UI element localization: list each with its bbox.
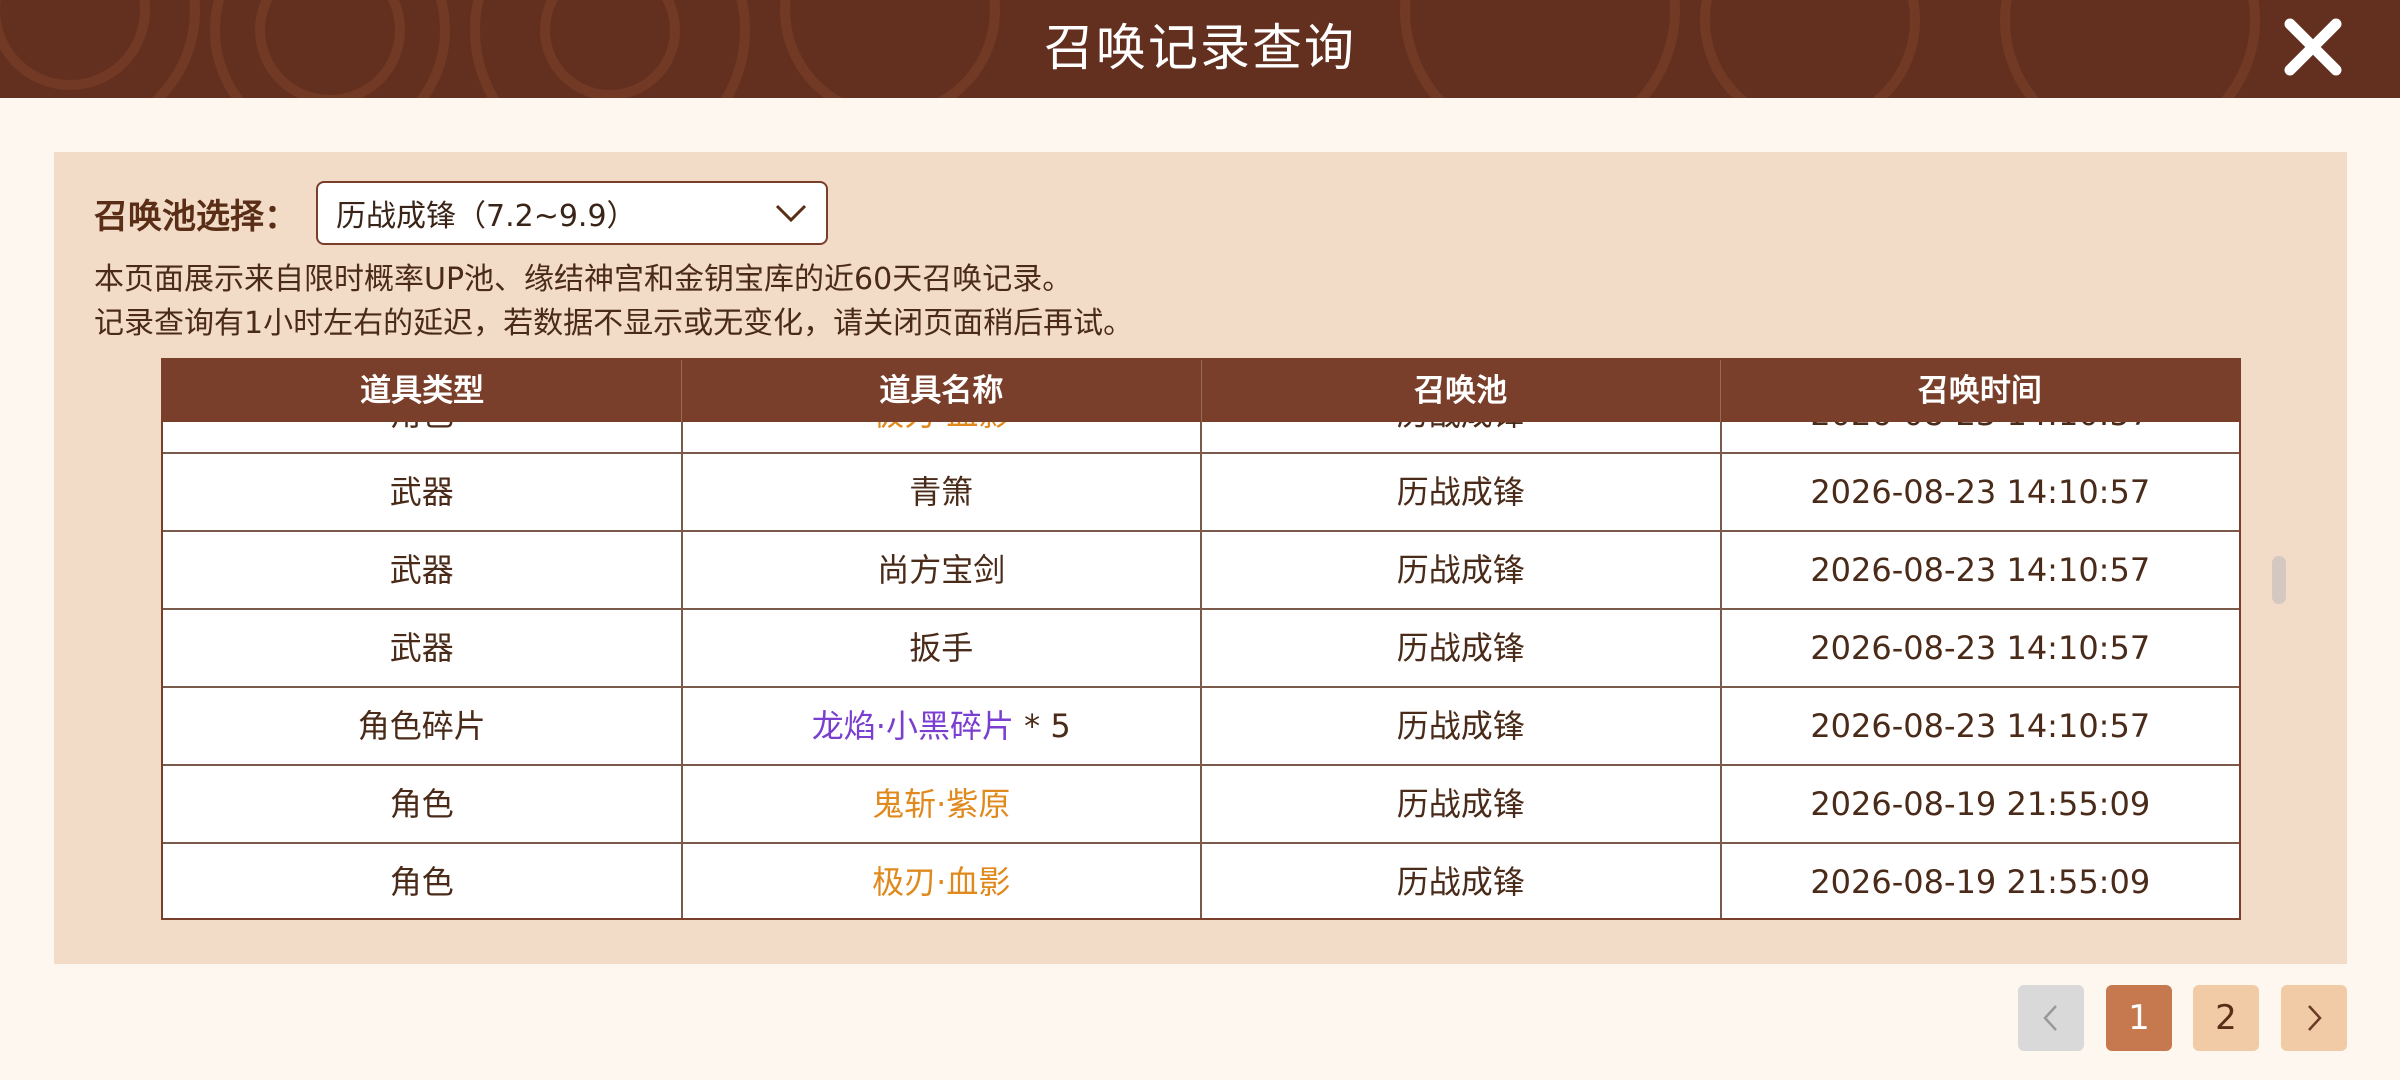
cell-item-type: 角色 (163, 844, 683, 918)
cell-time: 2026-08-23 14:10:57 (1722, 688, 2240, 764)
item-type-text: 角色 (389, 863, 454, 901)
next-page-button[interactable] (2281, 985, 2347, 1051)
item-type-text: 角色 (389, 785, 454, 823)
table-row: 武器 尚方宝剑 历战成锋 2026-08-23 14:10:57 (163, 532, 2239, 610)
record-table[interactable]: 角色极刃·血影历战成锋2026-08-23 14:10:57武器青箫历战成锋20… (161, 358, 2241, 920)
page-button-2[interactable]: 2 (2193, 985, 2259, 1051)
close-icon (2284, 18, 2342, 76)
item-type-text: 角色碎片 (357, 707, 486, 745)
column-header-pool: 召唤池 (1202, 360, 1721, 422)
cell-item-type: 武器 (163, 454, 683, 530)
table-row: 武器 青箫 历战成锋 2026-08-23 14:10:57 (163, 454, 2239, 532)
record-panel: 召唤池选择： 历战成锋（7.2~9.9） 本页面展示来自限时概率UP池、缘结神宫… (54, 152, 2347, 964)
item-name-text: 扳手 (909, 629, 974, 667)
notice-line: 本页面展示来自限时概率UP池、缘结神宫和金钥宝库的近60天召唤记录。 (94, 262, 1073, 297)
pool-text: 历战成锋 (1396, 629, 1525, 667)
table-row: 角色 鬼斩·紫原 历战成锋 2026-08-19 21:55:09 (163, 766, 2239, 844)
cell-item-type: 武器 (163, 532, 683, 608)
item-name-text: 龙焰·小黑碎片 (811, 707, 1014, 745)
table-row: 角色碎片 龙焰·小黑碎片 * 5 历战成锋 2026-08-23 14:10:57 (163, 688, 2239, 766)
table-scrollbar[interactable] (2272, 556, 2286, 604)
item-type-text: 武器 (389, 629, 454, 667)
cell-time: 2026-08-19 21:55:09 (1722, 766, 2240, 842)
cell-item-name: 极刃·血影 (683, 844, 1202, 918)
chevron-right-icon (2308, 1005, 2322, 1031)
cell-time: 2026-08-23 14:10:57 (1722, 610, 2240, 686)
cell-item-name: 龙焰·小黑碎片 * 5 (683, 688, 1202, 764)
cell-pool: 历战成锋 (1202, 532, 1722, 608)
chevron-down-icon (775, 204, 807, 223)
pool-text: 历战成锋 (1396, 707, 1525, 745)
cell-pool: 历战成锋 (1202, 610, 1722, 686)
item-name-text: 青箫 (909, 473, 974, 511)
time-text: 2026-08-19 21:55:09 (1810, 863, 2151, 901)
cell-item-type: 角色碎片 (163, 688, 683, 764)
time-text: 2026-08-23 14:10:57 (1810, 551, 2151, 589)
column-header-item-type: 道具类型 (163, 360, 683, 422)
table-body: 角色极刃·血影历战成锋2026-08-23 14:10:57武器青箫历战成锋20… (163, 376, 2240, 918)
page-number: 2 (2215, 998, 2237, 1038)
cell-pool: 历战成锋 (1202, 454, 1722, 530)
cell-item-name: 青箫 (683, 454, 1202, 530)
prev-page-button[interactable] (2018, 985, 2084, 1051)
item-name-text: 鬼斩·紫原 (872, 785, 1011, 823)
item-name-text: 极刃·血影 (872, 863, 1011, 901)
time-text: 2026-08-23 14:10:57 (1810, 629, 2151, 667)
cell-item-name: 尚方宝剑 (683, 532, 1202, 608)
pool-dropdown-value: 历战成锋（7.2~9.9） (336, 199, 637, 234)
close-button[interactable] (2280, 14, 2346, 80)
cell-time: 2026-08-19 21:55:09 (1722, 844, 2240, 918)
cell-time: 2026-08-23 14:10:57 (1722, 454, 2240, 530)
header-bar: 召唤记录查询 (0, 0, 2400, 98)
page-title: 召唤记录查询 (1044, 19, 1356, 77)
item-type-text: 武器 (389, 551, 454, 589)
column-header-time: 召唤时间 (1917, 373, 2042, 409)
table-row: 武器 扳手 历战成锋 2026-08-23 14:10:57 (163, 610, 2239, 688)
pool-text: 历战成锋 (1396, 785, 1525, 823)
notice-text: 本页面展示来自限时概率UP池、缘结神宫和金钥宝库的近60天召唤记录。 记录查询有… (94, 258, 1133, 346)
cell-item-name: 扳手 (683, 610, 1202, 686)
column-header-item-name: 道具名称 (682, 360, 1202, 422)
cell-item-type: 武器 (163, 610, 683, 686)
pool-text: 历战成锋 (1396, 863, 1525, 901)
pool-dropdown[interactable]: 历战成锋（7.2~9.9） (316, 181, 828, 245)
time-text: 2026-08-23 14:10:57 (1810, 473, 2151, 511)
table-header: 道具类型 道具名称 召唤池 召唤时间 (163, 360, 2239, 422)
pool-label: 召唤池选择： (94, 196, 298, 237)
notice-line: 记录查询有1小时左右的延迟，若数据不显示或无变化，请关闭页面稍后再试。 (94, 306, 1134, 341)
item-name-text: 尚方宝剑 (877, 551, 1006, 589)
cell-item-type: 角色 (163, 766, 683, 842)
time-text: 2026-08-23 14:10:57 (1810, 707, 2151, 745)
cell-pool: 历战成锋 (1202, 844, 1722, 918)
pool-text: 历战成锋 (1396, 551, 1525, 589)
table-row: 角色 极刃·血影 历战成锋 2026-08-19 21:55:09 (163, 844, 2240, 918)
pool-selector-row: 召唤池选择： 历战成锋（7.2~9.9） (94, 180, 828, 246)
item-type-text: 武器 (389, 473, 454, 511)
page-button-1[interactable]: 1 (2106, 985, 2172, 1051)
pool-text: 历战成锋 (1396, 473, 1525, 511)
cell-item-name: 鬼斩·紫原 (683, 766, 1202, 842)
cell-time: 2026-08-23 14:10:57 (1722, 532, 2240, 608)
item-quantity-text: * 5 (1013, 707, 1071, 745)
cell-pool: 历战成锋 (1202, 688, 1722, 764)
page-number: 1 (2128, 998, 2150, 1038)
chevron-left-icon (2043, 1005, 2057, 1031)
time-text: 2026-08-19 21:55:09 (1810, 785, 2151, 823)
cell-pool: 历战成锋 (1202, 766, 1722, 842)
